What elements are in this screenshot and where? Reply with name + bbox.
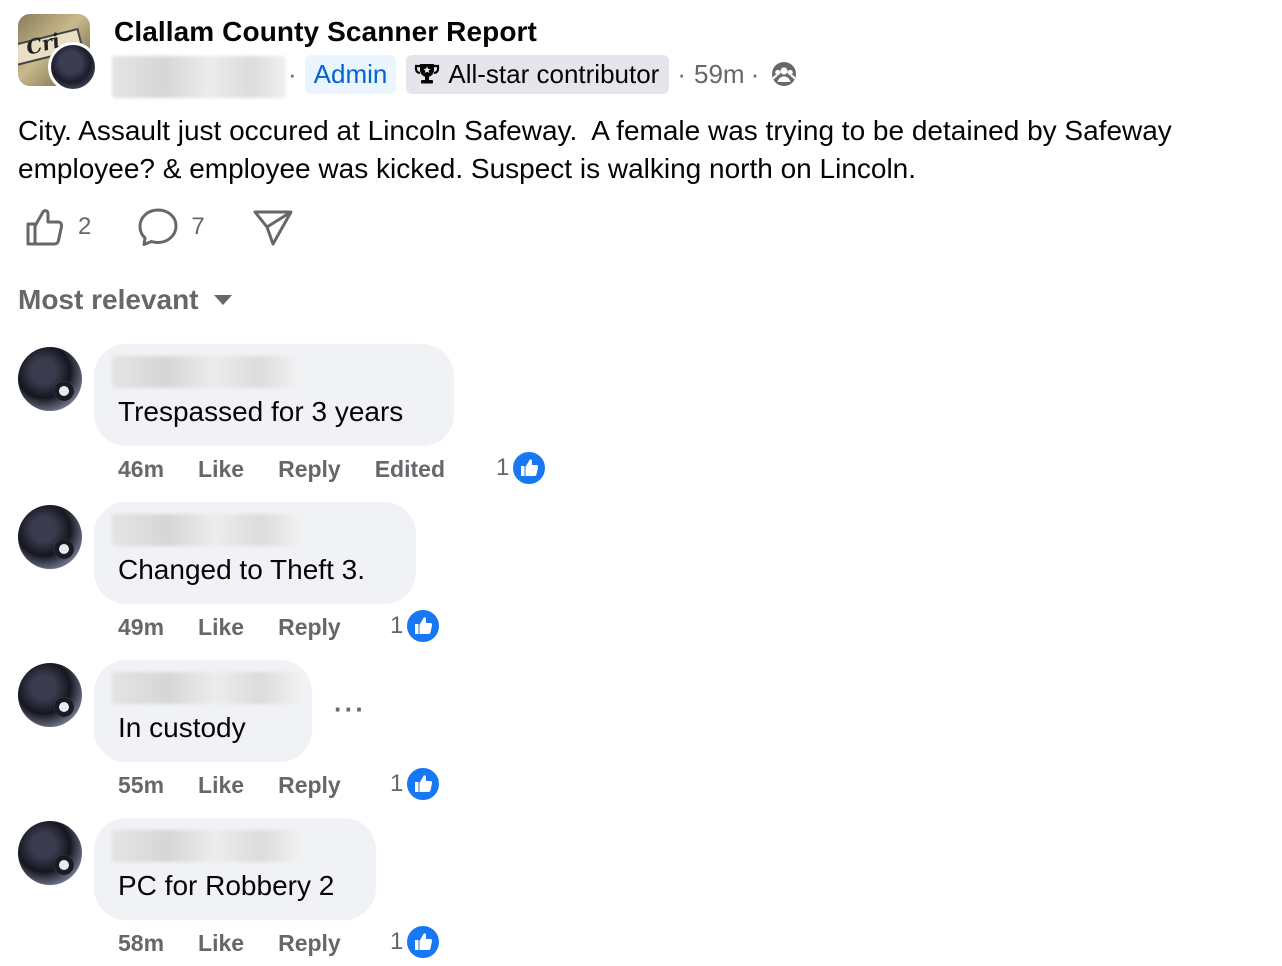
commenter-avatar[interactable]	[18, 347, 82, 411]
separator: ·	[677, 58, 687, 89]
comment-meta: 46m Like Reply Edited	[118, 456, 479, 483]
reaction-count: 1	[390, 612, 404, 639]
comment-bubble-icon	[138, 208, 178, 246]
comment-like-button[interactable]: Like	[198, 614, 244, 641]
like-button[interactable]: 2	[24, 206, 91, 248]
all-star-badge[interactable]: All-star contributor	[406, 54, 670, 94]
caret-down-icon	[213, 295, 232, 305]
comment-reply-button[interactable]: Reply	[278, 456, 341, 483]
comment-time[interactable]: 58m	[118, 930, 164, 957]
reaction-count: 1	[390, 770, 404, 797]
separator: ·	[750, 58, 760, 89]
comment: Changed to Theft 3. 49m Like Reply 1	[18, 502, 618, 652]
thumbs-up-icon	[26, 209, 64, 246]
more-options-icon[interactable]: ···	[334, 694, 366, 725]
comment-time[interactable]: 55m	[118, 772, 164, 799]
comment-reactions[interactable]: 1	[390, 924, 442, 960]
like-reaction-icon	[511, 450, 548, 486]
comment-count: 7	[191, 213, 205, 240]
reaction-count: 1	[496, 454, 510, 481]
sort-dropdown[interactable]: Most relevant	[18, 284, 233, 316]
share-button[interactable]	[251, 206, 295, 248]
comment-reactions[interactable]: 1	[390, 608, 442, 644]
share-arrow-icon	[253, 210, 293, 246]
separator: ·	[288, 58, 297, 89]
comment-time[interactable]: 49m	[118, 614, 164, 641]
comment: In custody ··· 55m Like Reply 1	[18, 660, 618, 810]
sort-label: Most relevant	[18, 284, 199, 315]
comment-reply-button[interactable]: Reply	[278, 930, 341, 957]
comment-like-button[interactable]: Like	[198, 456, 244, 483]
post-actions: 2 7	[24, 206, 295, 248]
comment-text: Changed to Theft 3.	[118, 554, 365, 585]
comment-reactions[interactable]: 1	[390, 766, 442, 802]
badge-label: All-star contributor	[448, 58, 660, 89]
commenter-name-redacted[interactable]	[112, 514, 298, 546]
trophy-icon	[415, 64, 440, 84]
like-reaction-icon	[405, 608, 442, 644]
commenter-name-redacted[interactable]	[112, 672, 298, 704]
comment-like-button[interactable]: Like	[198, 930, 244, 957]
author-name-redacted[interactable]	[112, 56, 286, 98]
like-reaction-icon	[405, 924, 442, 960]
comment-text: In custody	[118, 712, 246, 743]
comment-meta: 58m Like Reply	[118, 930, 375, 957]
comment: Trespassed for 3 years 46m Like Reply Ed…	[18, 344, 618, 494]
post-time[interactable]: 59m	[694, 59, 745, 90]
group-audience-icon	[772, 62, 797, 86]
reaction-count: 1	[390, 928, 404, 955]
comment-bubble: PC for Robbery 2	[94, 818, 376, 920]
commenter-name-redacted[interactable]	[112, 356, 296, 388]
comment-text: Trespassed for 3 years	[118, 396, 404, 427]
edited-label[interactable]: Edited	[375, 456, 445, 483]
commenter-avatar[interactable]	[18, 505, 82, 569]
comment-reply-button[interactable]: Reply	[278, 772, 341, 799]
post-text: City. Assault just occured at Lincoln Sa…	[18, 115, 1172, 184]
post-meta: · Admin All-star contributor · 59m ·	[288, 54, 797, 94]
commenter-avatar[interactable]	[18, 821, 82, 885]
group-name[interactable]: Clallam County Scanner Report	[114, 16, 537, 48]
comment-like-button[interactable]: Like	[198, 772, 244, 799]
comment-reactions[interactable]: 1	[496, 450, 548, 486]
commenter-avatar[interactable]	[18, 663, 82, 727]
comment-bubble: Trespassed for 3 years	[94, 344, 454, 446]
commenter-name-redacted[interactable]	[112, 830, 298, 862]
author-avatar[interactable]	[48, 42, 98, 92]
comment-button[interactable]: 7	[137, 206, 205, 248]
comment-text: PC for Robbery 2	[118, 870, 335, 901]
comment-time[interactable]: 46m	[118, 456, 164, 483]
comment-bubble: In custody	[94, 660, 312, 762]
comment: PC for Robbery 2 58m Like Reply 1	[18, 818, 618, 966]
like-count: 2	[78, 213, 92, 240]
like-reaction-icon	[405, 766, 442, 802]
comment-meta: 55m Like Reply	[118, 772, 375, 799]
comment-bubble: Changed to Theft 3.	[94, 502, 416, 604]
admin-badge[interactable]: Admin	[304, 54, 397, 94]
comment-meta: 49m Like Reply	[118, 614, 375, 641]
comment-reply-button[interactable]: Reply	[278, 614, 341, 641]
